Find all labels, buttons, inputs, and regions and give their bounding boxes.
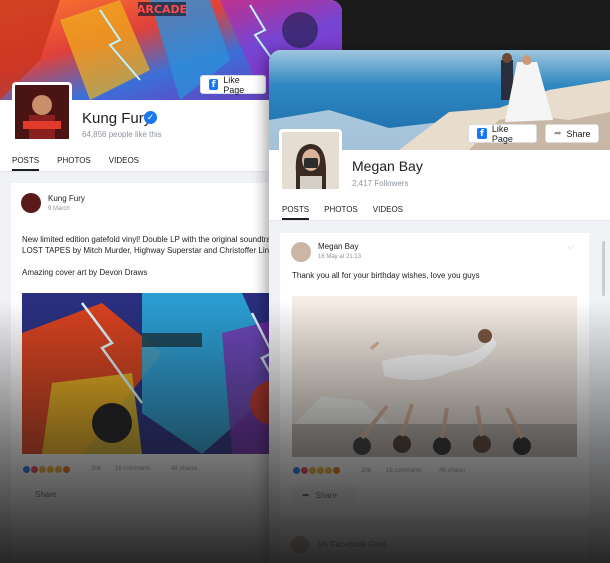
angry-reaction-icon xyxy=(332,466,341,475)
feed-avatar xyxy=(291,536,309,554)
shares-count[interactable]: 48 shares xyxy=(171,466,197,472)
tab-posts[interactable]: POSTS xyxy=(282,205,310,220)
like-page-label: Like Page xyxy=(491,123,513,144)
feed-label[interactable]: My Facebook Feed xyxy=(318,540,386,549)
share-arrow-icon: ➦ xyxy=(554,128,562,138)
share-label: Share xyxy=(315,491,337,500)
shares-count[interactable]: 48 shares xyxy=(439,468,465,474)
like-page-label: Like Page xyxy=(223,74,245,95)
post-date[interactable]: 16 May at 21:13 xyxy=(318,254,361,260)
share-arrow-icon: ➦ xyxy=(302,490,310,500)
share-page-label: Share xyxy=(566,128,591,139)
tab-videos[interactable]: VIDEOS xyxy=(109,156,139,171)
comments-count[interactable]: 18 comments xyxy=(386,468,422,474)
post-card: Megan Bay 16 May at 21:13 ⌵ Thank you al… xyxy=(280,233,589,518)
tab-photos[interactable]: PHOTOS xyxy=(324,205,358,220)
share-page-button[interactable]: ➦ Share xyxy=(545,124,599,143)
reactions-icons[interactable] xyxy=(292,466,341,475)
post-author-avatar[interactable] xyxy=(21,193,41,213)
reactions-count[interactable]: 206 xyxy=(91,466,101,472)
tab-posts[interactable]: POSTS xyxy=(12,156,40,171)
reactions-count[interactable]: 206 xyxy=(361,468,371,474)
tab-photos[interactable]: PHOTOS xyxy=(57,156,91,171)
reactions-icons[interactable] xyxy=(22,465,71,474)
angry-reaction-icon xyxy=(62,465,71,474)
comments-count[interactable]: 18 comments xyxy=(115,466,151,472)
page-avatar[interactable] xyxy=(279,129,342,192)
facebook-icon: f xyxy=(209,79,219,90)
post-image[interactable] xyxy=(292,296,577,457)
arcade-sign: ARCADE xyxy=(137,3,187,16)
megan-bay-page-widget: f Like Page ➦ Share Megan Bay 2,417 Foll… xyxy=(269,50,610,563)
page-tabs: POSTS PHOTOS VIDEOS xyxy=(282,205,418,220)
page-name[interactable]: Kung Fury xyxy=(82,110,151,127)
share-button[interactable]: Share xyxy=(35,490,56,499)
page-likes-count: 64,856 people like this xyxy=(82,130,162,139)
post-author-name[interactable]: Kung Fury xyxy=(48,194,85,203)
like-page-button[interactable]: f Like Page xyxy=(468,123,537,144)
page-followers-count: 2,417 Followers xyxy=(352,179,409,188)
post-date[interactable]: 9 March xyxy=(48,206,70,212)
page-avatar[interactable] xyxy=(12,82,72,142)
post-author-avatar[interactable] xyxy=(291,242,311,262)
chevron-down-icon[interactable]: ⌵ xyxy=(567,241,574,252)
facebook-icon: f xyxy=(477,128,487,139)
tab-videos[interactable]: VIDEOS xyxy=(373,205,403,220)
verified-badge-icon: ✓ xyxy=(144,111,157,124)
page-name[interactable]: Megan Bay xyxy=(352,158,423,174)
share-button[interactable]: ➦ Share xyxy=(292,486,356,505)
post-author-name[interactable]: Megan Bay xyxy=(318,242,358,251)
post-text: Thank you all for your birthday wishes, … xyxy=(292,271,480,280)
feed-footer: My Facebook Feed xyxy=(280,530,589,563)
page-tabs: POSTS PHOTOS VIDEOS xyxy=(12,156,157,171)
like-page-button[interactable]: f Like Page xyxy=(200,74,266,95)
feed-scrollbar[interactable] xyxy=(602,241,605,296)
